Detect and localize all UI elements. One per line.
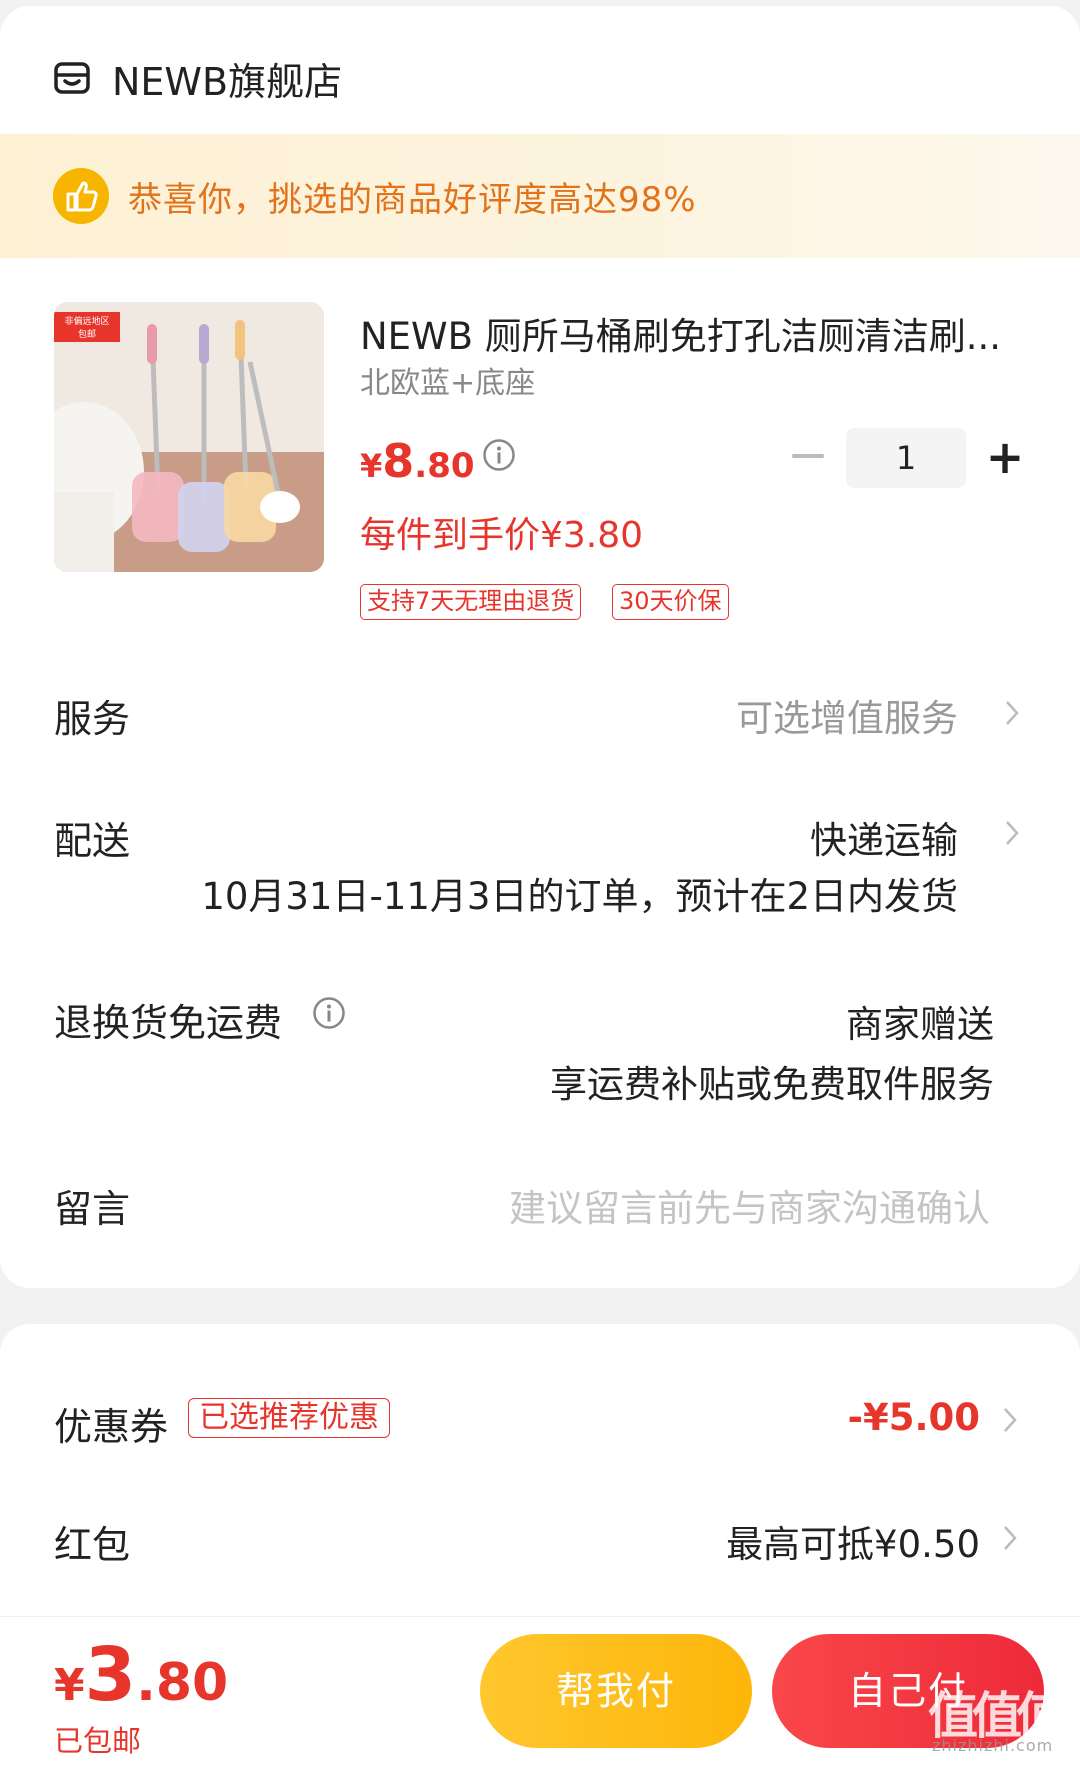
store-icon (54, 62, 90, 94)
message-label: 留言 (54, 1187, 131, 1231)
red-packet-value[interactable]: 最高可抵¥0.50 (726, 1514, 980, 1568)
delivery-chevron-icon[interactable] (1003, 818, 1021, 848)
product-variant[interactable]: 北欧蓝+底座 (360, 358, 535, 402)
quantity-input[interactable]: 1 (846, 428, 966, 488)
price-decimal: .80 (414, 446, 475, 486)
quantity-decrease-button[interactable] (788, 426, 828, 486)
help-pay-button[interactable]: 帮我付 (480, 1634, 752, 1748)
praise-text: 恭喜你，挑选的商品好评度高达98% (128, 179, 697, 220)
return-shipping-value: 商家赠送 (846, 1003, 994, 1046)
store-header[interactable]: NEWB旗舰店 (54, 50, 342, 106)
praise-banner: 恭喜你，挑选的商品好评度高达98% (0, 134, 1080, 258)
total-decimal: .80 (136, 1653, 229, 1713)
service-chevron-icon[interactable] (1003, 698, 1021, 728)
price-integer: 8 (382, 434, 415, 488)
quantity-increase-button[interactable]: + (985, 428, 1025, 488)
discount-card (0, 1324, 1080, 1644)
coupon-chevron-icon[interactable] (1001, 1405, 1019, 1435)
total-price: ¥ 3 .80 (54, 1632, 228, 1718)
image-badge-text-1: 非偏远地区 (64, 315, 109, 327)
red-packet-chevron-icon[interactable] (1001, 1523, 1019, 1553)
product-image[interactable]: 非偏远地区 包邮 (54, 302, 324, 572)
thumbs-up-icon (53, 168, 109, 224)
delivery-value[interactable]: 快递运输 (810, 810, 958, 864)
coupon-value[interactable]: -¥5.00 (848, 1396, 980, 1439)
return-shipping-note: 享运费补贴或免费取件服务 (550, 1063, 994, 1106)
image-badge-text-2: 包邮 (78, 328, 96, 340)
return-shipping-info-icon[interactable] (312, 996, 346, 1030)
product-title[interactable]: NEWB 厕所马桶刷免打孔洁厕清洁刷... (360, 306, 1020, 360)
product-photo: 非偏远地区 包邮 (54, 302, 324, 572)
price-info-icon[interactable] (482, 438, 516, 472)
price-currency: ¥ (360, 447, 383, 485)
tag-price-protect: 30天价保 (612, 584, 729, 620)
total-integer: 3 (84, 1632, 137, 1718)
order-card: NEWB旗舰店 恭喜你，挑选的商品好评度高达98% 非偏远地区 包邮 NEWB … (0, 6, 1080, 1288)
per-item-price: 每件到手价¥3.80 (360, 515, 644, 556)
coupon-label: 优惠券 (54, 1405, 169, 1449)
store-name: NEWB旗舰店 (112, 59, 343, 104)
coupon-badge: 已选推荐优惠 (188, 1398, 390, 1438)
total-currency: ¥ (54, 1660, 85, 1711)
service-value[interactable]: 可选增值服务 (736, 688, 958, 742)
return-shipping-label: 退换货免运费 (54, 1001, 283, 1045)
minus-icon (792, 454, 824, 458)
tag-return: 支持7天无理由退货 (360, 584, 582, 620)
watermark-url: zhizhizhi.com (932, 1736, 1054, 1755)
service-label: 服务 (54, 697, 131, 741)
red-packet-label: 红包 (54, 1523, 131, 1567)
delivery-label: 配送 (54, 819, 131, 863)
product-price: ¥ 8 .80 (360, 434, 475, 488)
shipping-note: 已包邮 (54, 1724, 142, 1758)
message-input[interactable]: 建议留言前先与商家沟通确认 (509, 1178, 990, 1232)
delivery-note: 10月31日-11月3日的订单，预计在2日内发货 (201, 875, 958, 918)
